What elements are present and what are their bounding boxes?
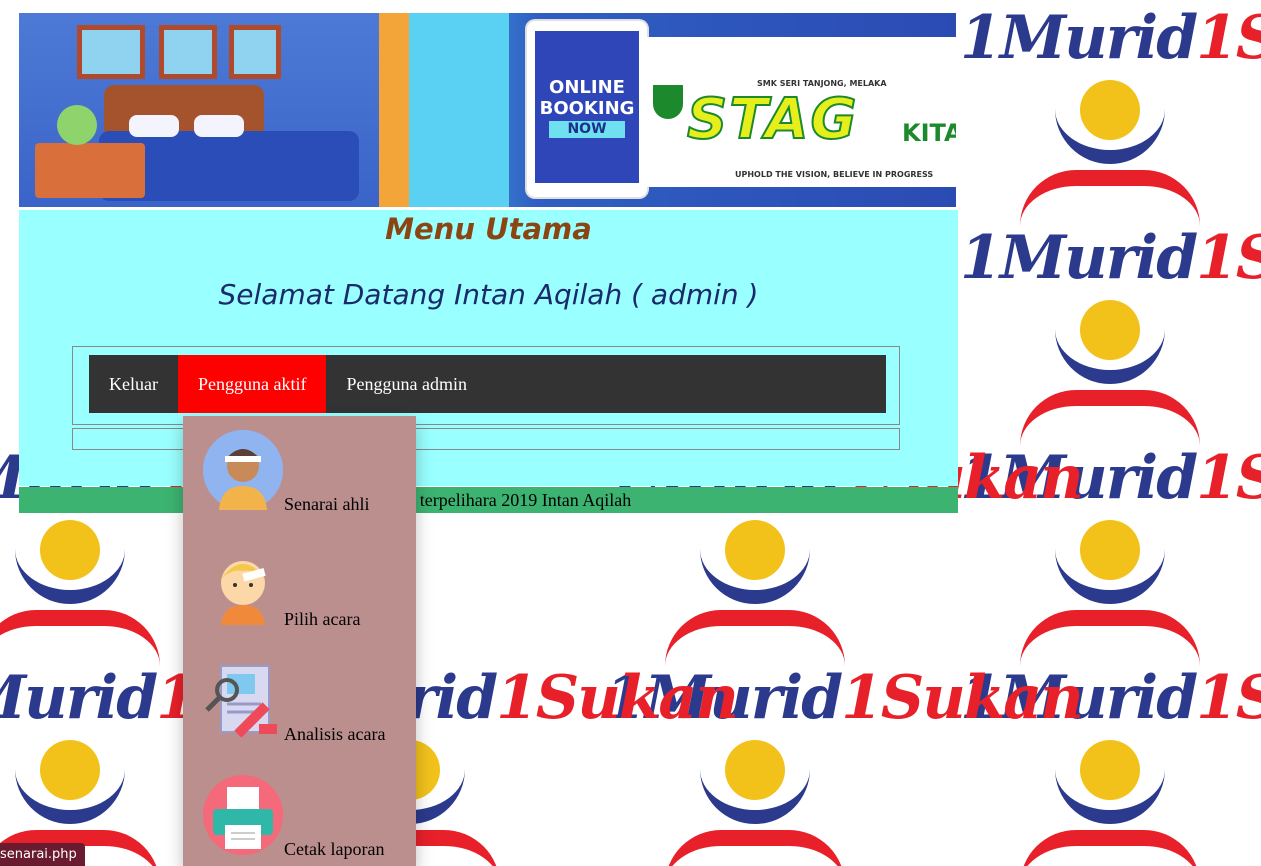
- analysis-report-icon: [203, 660, 283, 740]
- page-container: ONLINE BOOKING NOW SMK SERI TANJONG, MEL…: [19, 13, 958, 486]
- background-logo-tile: 1Murid1Sukan: [960, 215, 1261, 435]
- browser-status-url: senarai.php: [0, 843, 85, 866]
- wall-picture: [77, 25, 145, 79]
- active-users-dropdown: Senarai ahli Pilih acara Analisis acara …: [183, 416, 416, 866]
- wall-picture: [229, 25, 281, 79]
- page-title: Menu Utama: [385, 212, 592, 246]
- main-panel: Menu Utama Selamat Datang Intan Aqilah (…: [19, 210, 958, 486]
- phone-illustration: ONLINE BOOKING NOW: [527, 21, 647, 197]
- welcome-message: Selamat Datang Intan Aqilah ( admin ): [218, 278, 759, 311]
- dropdown-item-senarai-ahli[interactable]: Senarai ahli: [183, 416, 416, 531]
- wall-picture: [159, 25, 217, 79]
- dropdown-item-pilih-acara[interactable]: Pilih acara: [183, 531, 416, 646]
- dropdown-item-analisis-acara[interactable]: Analisis acara: [183, 646, 416, 761]
- nav-active-users[interactable]: Pengguna aktif: [177, 355, 327, 413]
- background-logo-tile: 1Murid1Sukan: [960, 0, 1261, 215]
- school-crest-icon: [653, 85, 683, 119]
- footer: Hak cipta terpelihara 2019 Intan Aqilah: [19, 487, 958, 513]
- member-avatar-icon: [203, 430, 283, 510]
- school-logo: SMK SERI TANJONG, MELAKA STAG KITA UPHOL…: [647, 37, 956, 187]
- plant-illustration: [57, 105, 97, 145]
- athlete-icon: [203, 545, 283, 625]
- online-booking-ad: ONLINE BOOKING NOW: [535, 31, 639, 183]
- header-banner: ONLINE BOOKING NOW SMK SERI TANJONG, MEL…: [19, 13, 956, 207]
- main-navbar: Keluar Pengguna aktif Pengguna admin: [89, 355, 886, 413]
- dropdown-item-cetak-laporan[interactable]: Cetak laporan: [183, 761, 416, 866]
- nav-logout[interactable]: Keluar: [89, 355, 178, 413]
- printer-icon: [203, 775, 283, 855]
- nav-admin-users[interactable]: Pengguna admin: [326, 355, 486, 413]
